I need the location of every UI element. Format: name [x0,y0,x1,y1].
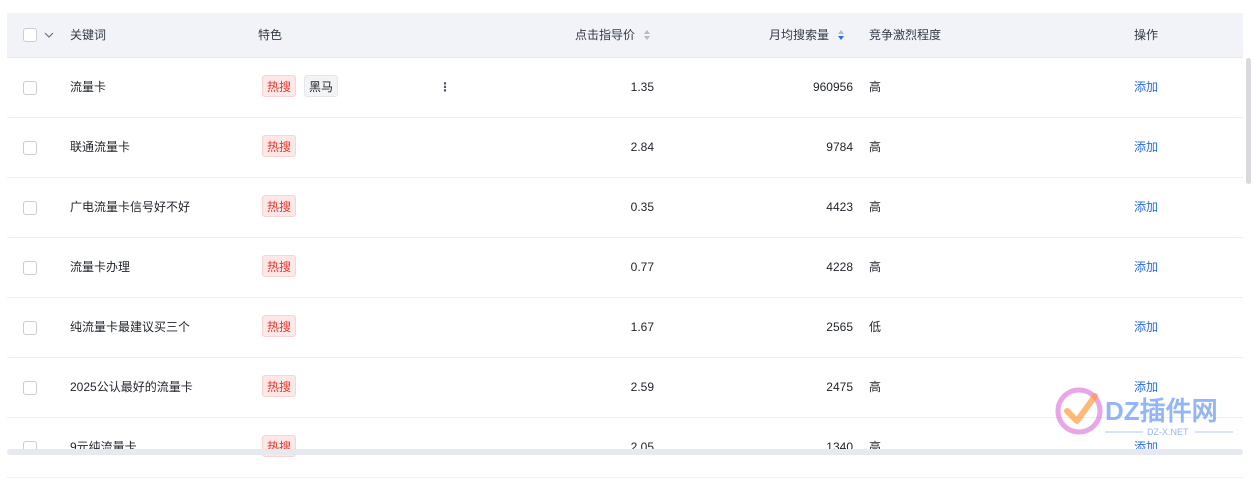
keyword-cell: 9元纯流量卡 [70,440,137,454]
add-button[interactable]: 添加 [1134,298,1158,357]
monthly-search-cell: 4228 [826,260,853,274]
header-competition: 竞争激烈程度 [869,28,942,42]
table-row: 流量卡 热搜 黑马 ⋮ 1.35 960956 高 添加 [7,58,1243,118]
cpc-cell: 1.35 [630,80,654,94]
monthly-search-cell: 4423 [826,200,853,214]
cpc-cell: 2.59 [630,380,654,394]
table-row: 广电流量卡信号好不好 热搜 0.35 4423 高 添加 [7,178,1243,238]
chevron-down-icon[interactable] [44,31,54,39]
keyword-cell: 流量卡 [70,80,107,94]
monthly-search-cell: 960956 [812,80,853,94]
table-row: 流量卡办理 热搜 0.77 4228 高 添加 [7,238,1243,298]
monthly-search-cell: 2475 [826,380,853,394]
more-options-icon[interactable]: ⋮ [439,58,451,117]
keyword-cell: 流量卡办理 [70,260,131,274]
monthly-search-cell: 2565 [826,320,853,334]
row-checkbox[interactable] [23,321,37,335]
horizontal-scrollbar[interactable] [7,449,1243,455]
competition-cell: 高 [869,140,882,154]
hot-tag: 热搜 [262,195,297,217]
row-checkbox[interactable] [23,381,37,395]
vertical-scrollbar-thumb[interactable] [1246,58,1251,184]
cpc-cell: 1.67 [630,320,654,334]
keyword-cell: 广电流量卡信号好不好 [70,200,191,214]
header-cpc[interactable]: 点击指导价 [575,13,635,57]
add-button[interactable]: 添加 [1134,178,1158,237]
cpc-cell: 2.05 [630,440,654,454]
competition-cell: 高 [869,260,882,274]
competition-cell: 高 [869,380,882,394]
select-all-checkbox[interactable] [23,28,37,42]
cpc-cell: 0.35 [630,200,654,214]
hot-tag: 热搜 [262,135,297,157]
header-action: 操作 [1134,28,1159,42]
add-button[interactable]: 添加 [1134,238,1158,297]
hot-tag: 热搜 [262,255,297,277]
cpc-cell: 0.77 [630,260,654,274]
add-button[interactable]: 添加 [1134,58,1158,117]
competition-cell: 高 [869,200,882,214]
table-row: 纯流量卡最建议买三个 热搜 1.67 2565 低 添加 [7,298,1243,358]
row-checkbox[interactable] [23,201,37,215]
watermark-sub: DZ-X.NET [1147,427,1189,437]
hot-tag: 热搜 [262,375,297,397]
row-checkbox[interactable] [23,81,37,95]
row-checkbox[interactable] [23,261,37,275]
header-keyword: 关键词 [70,28,107,42]
hot-tag: 热搜 [262,315,297,337]
competition-cell: 高 [869,440,882,454]
header-feature: 特色 [258,28,283,42]
header-monthly-search[interactable]: 月均搜索量 [769,13,829,57]
sort-desc-icon[interactable] [837,28,845,42]
row-checkbox[interactable] [23,141,37,155]
watermark-brand: DZ插件网 [1105,396,1218,426]
monthly-search-cell: 9784 [826,140,853,154]
competition-cell: 高 [869,80,882,94]
add-button[interactable]: 添加 [1134,118,1158,177]
keyword-cell: 2025公认最好的流量卡 [70,380,193,394]
sort-icon[interactable] [643,28,651,42]
cpc-cell: 2.84 [630,140,654,154]
keyword-cell: 联通流量卡 [70,140,131,154]
watermark-logo: DZ插件网 DZ-X.NET [1053,378,1243,446]
hot-tag: 热搜 [262,75,297,97]
keyword-cell: 纯流量卡最建议买三个 [70,320,191,334]
table-row: 联通流量卡 热搜 2.84 9784 高 添加 [7,118,1243,178]
competition-cell: 低 [869,320,882,334]
monthly-search-cell: 1340 [826,440,853,454]
dark-horse-tag: 黑马 [304,75,339,97]
table-header: 关键词 特色 点击指导价 月均搜索量 竞争激烈程度 操作 [7,13,1243,58]
